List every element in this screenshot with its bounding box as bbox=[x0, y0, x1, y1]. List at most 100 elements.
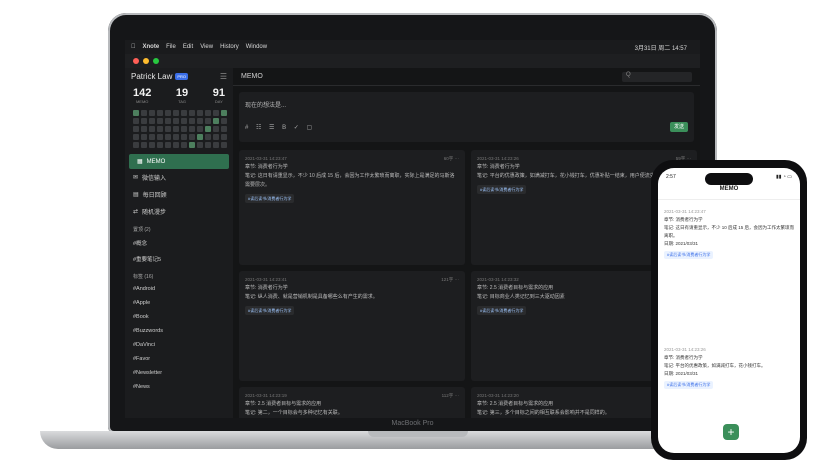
heatmap-cell bbox=[205, 126, 211, 132]
tag-item[interactable]: #Newsletter bbox=[125, 366, 233, 380]
sidebar-header: Patrick Law PRO ☰ bbox=[125, 68, 233, 85]
user-name[interactable]: Patrick Law bbox=[131, 72, 172, 81]
menu-icon[interactable]: ☰ bbox=[220, 72, 227, 81]
stat-tag-count: 19 bbox=[175, 87, 189, 99]
apple-icon[interactable]:  bbox=[131, 44, 136, 50]
heatmap-cell bbox=[141, 134, 147, 140]
card-tag[interactable]: #读后读书/消费者行为学 bbox=[477, 306, 527, 315]
nav-review[interactable]: ▤ 每日回顾 bbox=[125, 186, 233, 203]
tag-item[interactable]: #Book bbox=[125, 310, 233, 324]
stat-tag-label: TAG bbox=[178, 99, 187, 104]
card-count[interactable]: 121字 ··· bbox=[441, 275, 459, 284]
send-button[interactable]: 发送 bbox=[670, 122, 688, 132]
sidebar: Patrick Law PRO ☰ 142 MEMO 19 TAG 91 DAY ▦ … bbox=[125, 68, 233, 418]
memo-editor[interactable]: 现在的想法是... # ☷ ☰ B ✓ ▢ 发送 bbox=[239, 92, 694, 142]
heatmap-cell bbox=[173, 110, 179, 116]
card-count[interactable]: 112字 ··· bbox=[442, 391, 459, 400]
heatmap-cell bbox=[189, 134, 195, 140]
close-icon[interactable] bbox=[133, 58, 139, 64]
phone-card-body: 章节: 消费者行为学 笔记: 平台的优惠政策，如满减打车，花小钱打车。 日期: … bbox=[664, 355, 766, 376]
heatmap-cell bbox=[181, 134, 187, 140]
menu-view[interactable]: View bbox=[200, 44, 213, 50]
heatmap-cell bbox=[141, 142, 147, 148]
phone-time: 2:57 bbox=[666, 174, 676, 180]
phone-memo-card[interactable]: 2021-03-31 14:23:47 章节: 消费者行为学 笔记: 这日有请重… bbox=[664, 208, 794, 259]
phone-memo-card[interactable]: 2021-03-31 14:23:26 章节: 消费者行为学 笔记: 平台的优惠… bbox=[664, 346, 794, 389]
heatmap-cell bbox=[221, 142, 227, 148]
heatmap-cell bbox=[181, 110, 187, 116]
heatmap-cell bbox=[181, 118, 187, 124]
search-input[interactable]: Q bbox=[622, 71, 692, 82]
editor-toolbar[interactable]: # ☷ ☰ B ✓ ▢ bbox=[245, 124, 315, 131]
heatmap-cell bbox=[221, 118, 227, 124]
tag-item[interactable]: #Android bbox=[125, 282, 233, 296]
heatmap-cell bbox=[149, 126, 155, 132]
menu-window[interactable]: Window bbox=[246, 44, 267, 50]
heatmap-cell bbox=[213, 110, 219, 116]
nav-random-label: 随机漫步 bbox=[142, 210, 167, 216]
tag-item[interactable]: #Favor bbox=[125, 352, 233, 366]
laptop-screen:  Xnote File Edit View History Window 3月… bbox=[125, 40, 700, 418]
heatmap-cell bbox=[133, 134, 139, 140]
heatmap-cell bbox=[157, 118, 163, 124]
card-tag[interactable]: #读后读书/消费者行为学 bbox=[477, 185, 527, 194]
memo-card[interactable]: 2021-03-31 14:23:19 112字 ··· 章节: 2.5 消费者目… bbox=[239, 387, 465, 418]
memo-card[interactable]: 2021-03-31 14:23:47 60字 ··· 章节: 消费者行为学 笔记… bbox=[239, 150, 465, 265]
search-icon: Q bbox=[626, 71, 631, 78]
heatmap-cell bbox=[141, 118, 147, 124]
heatmap-cell bbox=[149, 118, 155, 124]
minimize-icon[interactable] bbox=[143, 58, 149, 64]
maximize-icon[interactable] bbox=[153, 58, 159, 64]
tags-section: 标签 (16) bbox=[133, 274, 154, 280]
heatmap-cell bbox=[133, 142, 139, 148]
heatmap-cell bbox=[221, 126, 227, 132]
heatmap-cell bbox=[157, 134, 163, 140]
tag-item[interactable]: #News bbox=[125, 380, 233, 394]
heatmap-cell bbox=[205, 134, 211, 140]
card-count[interactable]: 60字 ··· bbox=[444, 154, 459, 163]
menu-edit[interactable]: Edit bbox=[183, 44, 193, 50]
pinned-item[interactable]: #重要笔记5 bbox=[125, 251, 233, 267]
tag-item[interactable]: #Buzzwords bbox=[125, 324, 233, 338]
card-date: 2021-03-31 14:23:47 bbox=[245, 156, 287, 161]
menubar-clock: 3月31日 周二 14:57 bbox=[634, 45, 687, 52]
menu-history[interactable]: History bbox=[220, 44, 239, 50]
heatmap-cell bbox=[189, 142, 195, 148]
card-date: 2021-03-31 14:23:32 bbox=[477, 277, 519, 282]
activity-heatmap bbox=[125, 104, 233, 154]
heatmap-cell bbox=[149, 142, 155, 148]
card-tag[interactable]: #读后读书/消费者行为学 bbox=[245, 306, 295, 315]
nav-random[interactable]: ⇄ 随机漫步 bbox=[125, 203, 233, 220]
add-memo-button[interactable]: + bbox=[723, 424, 739, 440]
menu-file[interactable]: File bbox=[166, 44, 176, 50]
phone-card-tag[interactable]: #读后读书/消费者行为学 bbox=[664, 251, 714, 259]
heatmap-cell bbox=[173, 142, 179, 148]
heatmap-cell bbox=[197, 110, 203, 116]
nav-memo-label: MEMO bbox=[146, 158, 166, 165]
tag-item[interactable]: #DaVinci bbox=[125, 338, 233, 352]
heatmap-cell bbox=[133, 126, 139, 132]
page-title: MEMO bbox=[241, 73, 263, 80]
nav-memo[interactable]: ▦ MEMO bbox=[129, 154, 229, 169]
heatmap-cell bbox=[213, 142, 219, 148]
heatmap-cell bbox=[221, 134, 227, 140]
menubar-app[interactable]: Xnote bbox=[143, 44, 160, 50]
heatmap-cell bbox=[197, 142, 203, 148]
nav-wechat[interactable]: ✉ 微信输入 bbox=[125, 169, 233, 186]
pinned-item[interactable]: #概念 bbox=[125, 235, 233, 251]
heatmap-cell bbox=[157, 126, 163, 132]
card-tag[interactable]: #读后读书/消费者行为学 bbox=[245, 194, 295, 203]
heatmap-cell bbox=[141, 126, 147, 132]
nav-review-label: 每日回顾 bbox=[142, 193, 167, 199]
signal-icon: ▮▮ ◔ ▭ bbox=[775, 174, 792, 180]
phone-screen: 2:57 ▮▮ ◔ ▭ MEMO 2021-03-31 14:23:47 章节:… bbox=[658, 168, 800, 453]
phone-card-date: 2021-03-31 14:23:26 bbox=[664, 347, 706, 352]
heatmap-cell bbox=[189, 118, 195, 124]
memo-card[interactable]: 2021-03-31 14:23:41 121字 ··· 章节: 消费者行为学 笔… bbox=[239, 271, 465, 381]
heatmap-cell bbox=[181, 126, 187, 132]
tag-item[interactable]: #Apple bbox=[125, 296, 233, 310]
phone-card-tag[interactable]: #读后读书/消费者行为学 bbox=[664, 381, 714, 389]
device-mockup: { "menubar":{"app":"Xnote","items":["Fil… bbox=[0, 0, 840, 475]
heatmap-cell bbox=[133, 118, 139, 124]
window-controls bbox=[125, 54, 700, 68]
